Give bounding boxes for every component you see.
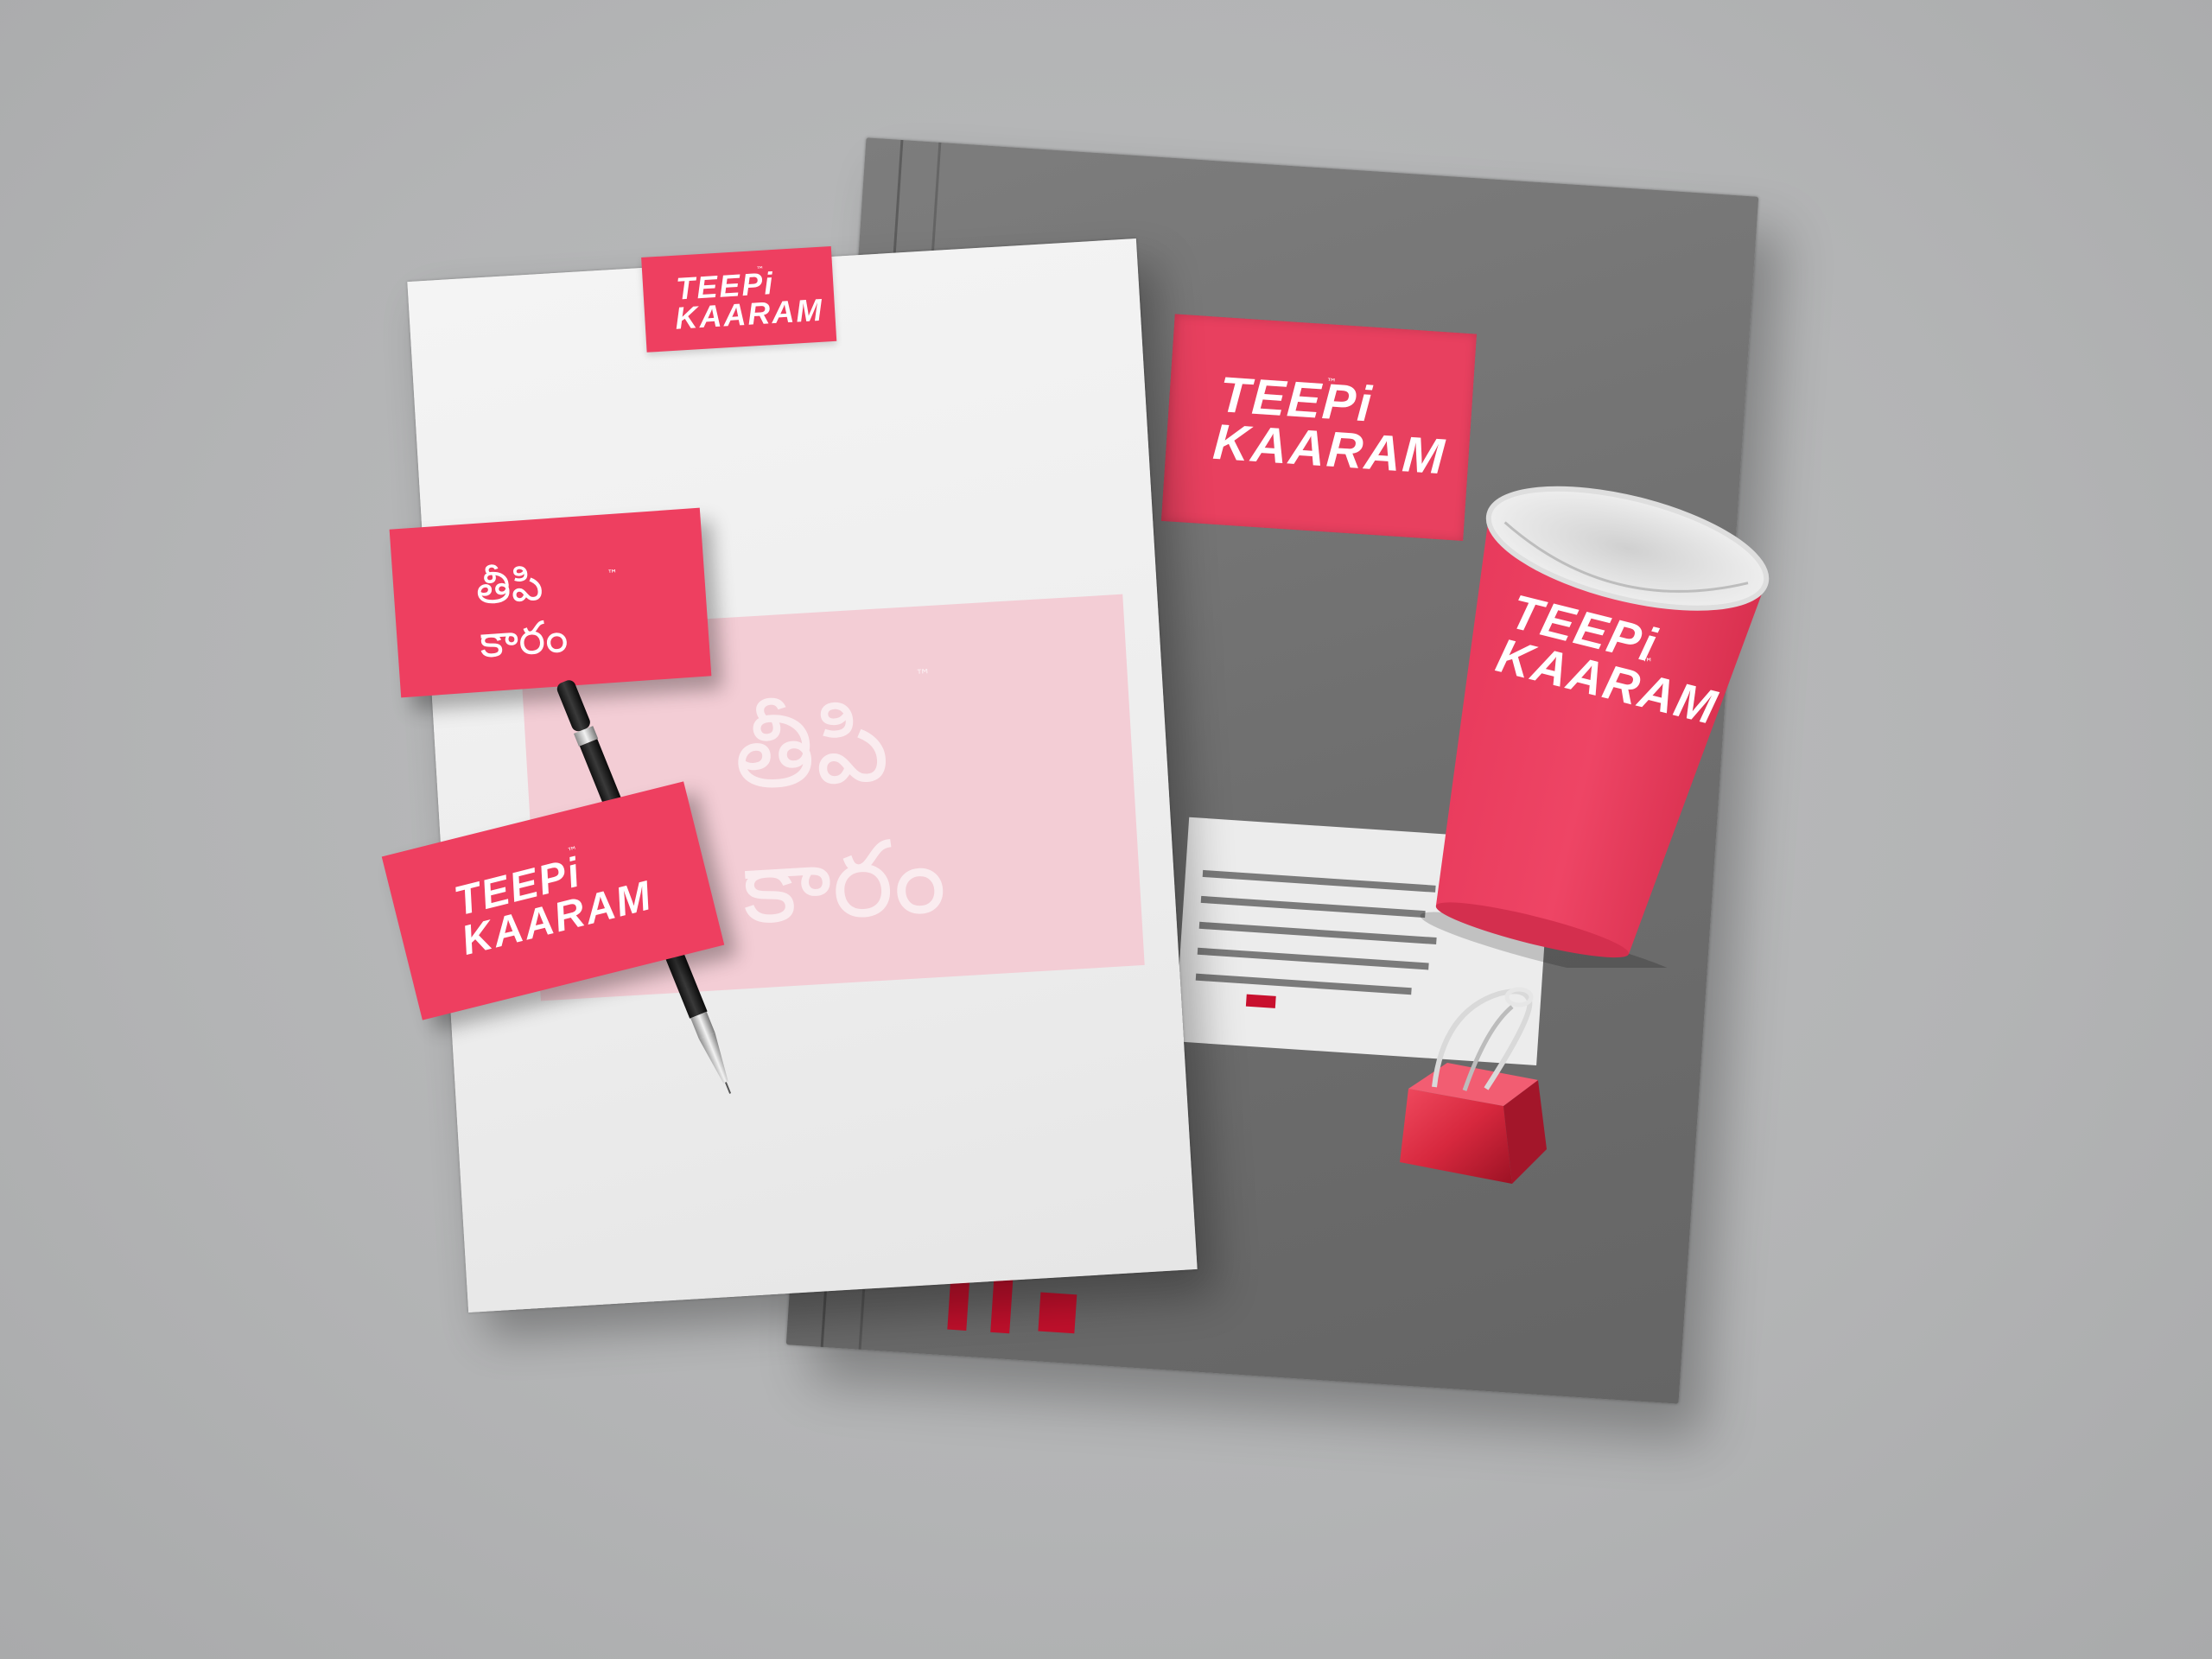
binder-clip [1382,976,1555,1201]
business-card-telugu: తీపి కారం ™ [389,507,712,698]
paper-cup: TEEPi KAARAM ™ [1391,467,1789,986]
trademark-symbol: ™ [1325,376,1338,389]
letterhead-sheet: TEEPi KAARAM ™ తీపి కారం ™ [407,238,1198,1313]
telugu-logo: తీపి కారం [474,558,570,670]
binder-clip-icon [1400,987,1547,1184]
trademark-symbol: ™ [607,567,619,581]
telugu-logo: తీపి కారం [730,684,950,949]
trademark-symbol: ™ [1642,657,1653,670]
trademark-symbol: ™ [755,265,765,276]
red-tag [1245,994,1276,1008]
trademark-symbol: ™ [566,843,580,859]
brand-logo: TEEPi KAARAM [674,264,825,336]
trademark-symbol: ™ [914,665,932,686]
cup-icon [1420,486,1770,986]
red-bar [1038,1292,1077,1334]
brand-logo: TEEPi KAARAM [449,849,658,964]
text-line [1195,973,1412,995]
letterhead-logo-tab: TEEPi KAARAM ™ [641,245,837,353]
